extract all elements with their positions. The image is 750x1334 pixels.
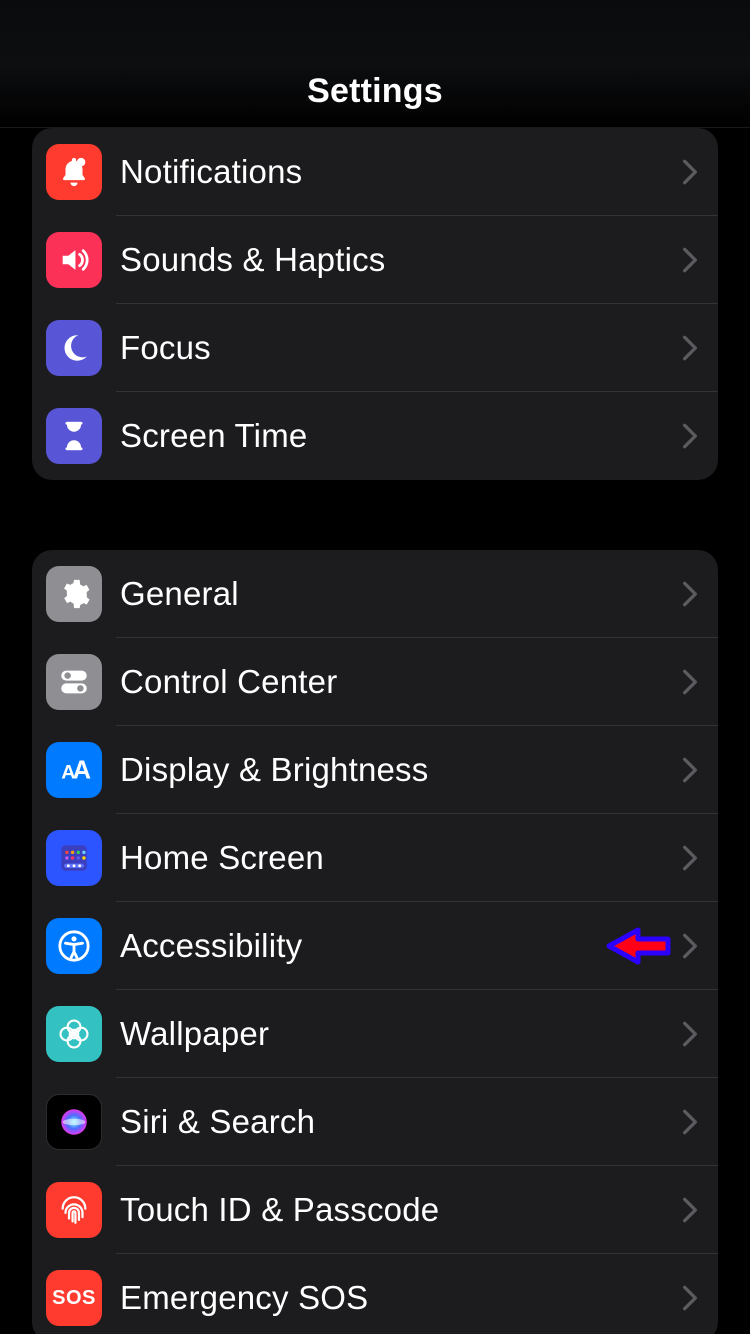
sos-text: SOS (52, 1287, 96, 1310)
row-label: Accessibility (120, 927, 588, 965)
chevron-right-icon (682, 844, 698, 872)
row-sounds-haptics[interactable]: Sounds & Haptics (32, 216, 718, 304)
row-label: Siri & Search (120, 1103, 674, 1141)
chevron-right-icon (682, 246, 698, 274)
focus-icon (46, 320, 102, 376)
accessibility-icon (46, 918, 102, 974)
chevron-right-icon (682, 1284, 698, 1312)
chevron-right-icon (682, 756, 698, 784)
header: Settings (0, 0, 750, 128)
emergency-sos-icon: SOS (46, 1270, 102, 1326)
sounds-icon (46, 232, 102, 288)
chevron-right-icon (682, 422, 698, 450)
settings-group-1: Notifications Sounds & Haptics Focus Scr… (32, 128, 718, 480)
page-title: Settings (307, 72, 443, 111)
row-label: Touch ID & Passcode (120, 1191, 674, 1229)
touch-id-icon (46, 1182, 102, 1238)
row-label: Emergency SOS (120, 1279, 674, 1317)
row-display-brightness[interactable]: AA Display & Brightness (32, 726, 718, 814)
row-label: Control Center (120, 663, 674, 701)
notifications-icon (46, 144, 102, 200)
chevron-right-icon (682, 1196, 698, 1224)
row-notifications[interactable]: Notifications (32, 128, 718, 216)
chevron-right-icon (682, 1108, 698, 1136)
home-screen-icon (46, 830, 102, 886)
chevron-right-icon (682, 158, 698, 186)
row-home-screen[interactable]: Home Screen (32, 814, 718, 902)
row-accessibility[interactable]: Accessibility (32, 902, 718, 990)
row-label: Home Screen (120, 839, 674, 877)
row-label: Focus (120, 329, 674, 367)
row-general[interactable]: General (32, 550, 718, 638)
chevron-right-icon (682, 334, 698, 362)
row-wallpaper[interactable]: Wallpaper (32, 990, 718, 1078)
row-label: General (120, 575, 674, 613)
chevron-right-icon (682, 932, 698, 960)
row-label: Sounds & Haptics (120, 241, 674, 279)
row-touch-id-passcode[interactable]: Touch ID & Passcode (32, 1166, 718, 1254)
screen-time-icon (46, 408, 102, 464)
row-screen-time[interactable]: Screen Time (32, 392, 718, 480)
annotation-arrow (604, 924, 674, 968)
row-label: Screen Time (120, 417, 674, 455)
control-center-icon (46, 654, 102, 710)
chevron-right-icon (682, 1020, 698, 1048)
siri-icon (46, 1094, 102, 1150)
row-focus[interactable]: Focus (32, 304, 718, 392)
display-brightness-icon: AA (46, 742, 102, 798)
wallpaper-icon (46, 1006, 102, 1062)
chevron-right-icon (682, 580, 698, 608)
row-label: Wallpaper (120, 1015, 674, 1053)
row-control-center[interactable]: Control Center (32, 638, 718, 726)
general-icon (46, 566, 102, 622)
chevron-right-icon (682, 668, 698, 696)
row-label: Display & Brightness (120, 751, 674, 789)
row-label: Notifications (120, 153, 674, 191)
settings-group-2: General Control Center AA Display & Brig… (32, 550, 718, 1334)
row-siri-search[interactable]: Siri & Search (32, 1078, 718, 1166)
row-emergency-sos[interactable]: SOS Emergency SOS (32, 1254, 718, 1334)
svg-text:A: A (73, 757, 91, 785)
